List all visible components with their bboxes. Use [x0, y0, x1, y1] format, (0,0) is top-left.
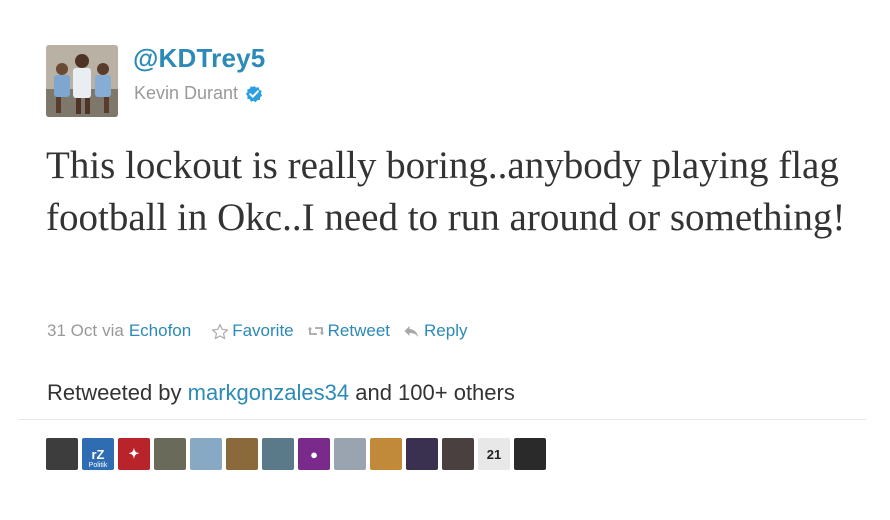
retweeter-avatar-13[interactable]: 21 [478, 438, 510, 470]
reply-label: Reply [424, 321, 468, 340]
retweeter-avatar-caption: Politik [88, 462, 108, 469]
retweeted-by-line: Retweeted by markgonzales34 and 100+ oth… [47, 380, 515, 406]
retweeter-user-link[interactable]: markgonzales34 [188, 380, 349, 405]
avatar-photo-icon [46, 45, 118, 117]
favorite-button[interactable]: Favorite [211, 321, 294, 341]
retweeter-avatar-4[interactable] [154, 438, 186, 470]
tweet-date[interactable]: 31 Oct [47, 321, 97, 341]
retweeter-avatar-7[interactable] [262, 438, 294, 470]
star-icon [211, 323, 229, 340]
retweeter-avatar-glyph: ✦ [128, 446, 140, 461]
reply-icon [403, 323, 419, 339]
user-handle-link[interactable]: @KDTrey5 [133, 43, 265, 74]
retweeter-avatar-1[interactable] [46, 438, 78, 470]
retweeter-avatar-5[interactable] [190, 438, 222, 470]
retweeter-avatar-glyph: rZ [91, 446, 105, 462]
retweet-label: Retweet [327, 321, 391, 340]
retweeter-avatar-6[interactable] [226, 438, 258, 470]
reply-button[interactable]: Reply [403, 321, 467, 341]
retweeter-avatar-2[interactable]: rZ Politik [82, 438, 114, 470]
retweeter-avatar-12[interactable] [442, 438, 474, 470]
tweet-meta-row: 31 Oct via Echofon Favorite Retweet Repl [47, 321, 467, 341]
retweeter-avatars: rZ Politik ✦ ● 21 [46, 438, 546, 470]
verified-badge-icon [245, 85, 263, 103]
favorite-label: Favorite [232, 321, 294, 340]
source-app-link[interactable]: Echofon [129, 321, 191, 341]
retweeter-avatar-9[interactable] [334, 438, 366, 470]
retweeted-by-suffix: and 100+ others [355, 380, 515, 405]
retweet-button[interactable]: Retweet [307, 321, 390, 341]
retweeter-avatar-11[interactable] [406, 438, 438, 470]
retweeter-avatar-glyph: ● [310, 446, 318, 462]
retweeter-avatar-14[interactable] [514, 438, 546, 470]
profile-avatar[interactable] [46, 45, 118, 117]
retweeter-avatar-glyph: 21 [486, 446, 502, 462]
divider [18, 419, 866, 420]
realname-row: Kevin Durant [134, 83, 263, 104]
via-label: via [102, 321, 124, 340]
retweeted-by-prefix: Retweeted by [47, 380, 182, 405]
retweeter-avatar-8[interactable]: ● [298, 438, 330, 470]
retweet-icon [307, 323, 324, 339]
retweeter-avatar-10[interactable] [370, 438, 402, 470]
tweet-text: This lockout is really boring..anybody p… [46, 144, 846, 239]
retweeter-avatar-3[interactable]: ✦ [118, 438, 150, 470]
user-display-name: Kevin Durant [134, 83, 239, 103]
